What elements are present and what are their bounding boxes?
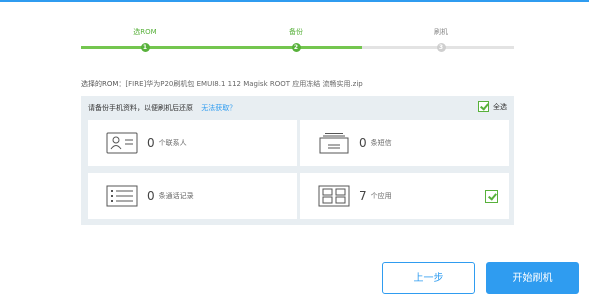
select-all-label: 全选: [493, 102, 507, 111]
top-accent-line: [0, 0, 589, 2]
step-number-badge: 2: [291, 43, 301, 52]
backup-item-label: 个应用: [370, 192, 392, 200]
backup-item-label: 条短信: [370, 139, 392, 147]
selected-rom-value: [FIRE]华为P20刷机包 EMUI8.1 112 Magisk ROOT 应…: [125, 80, 363, 88]
backup-panel-title: 请备份手机资料，以便刷机后还原: [88, 104, 193, 112]
apps-checkbox[interactable]: [485, 190, 498, 203]
backup-panel-header: 请备份手机资料，以便刷机后还原 无法获取？: [88, 103, 236, 113]
contact-card-icon: [106, 132, 138, 154]
select-all-checkbox[interactable]: [478, 101, 489, 112]
step-select-rom: 选ROM 1: [115, 28, 175, 52]
backup-item-call-log[interactable]: 0 条通话记录: [88, 173, 297, 219]
step-backup: 备份 2: [266, 28, 326, 52]
backup-item-label: 条通话记录: [158, 192, 194, 200]
step-label: 备份: [289, 28, 303, 36]
message-stack-icon: [319, 133, 349, 154]
cannot-fetch-link[interactable]: 无法获取？: [201, 104, 236, 112]
backup-item-contacts[interactable]: 0 个联系人: [88, 120, 297, 166]
step-number-badge: 1: [140, 43, 150, 52]
step-label: 选ROM: [133, 28, 157, 36]
step-number-badge: 3: [436, 43, 446, 52]
backup-item-label: 个联系人: [158, 139, 187, 147]
selected-rom-line: 选择的ROM：[FIRE]华为P20刷机包 EMUI8.1 112 Magisk…: [81, 79, 363, 89]
backup-item-count: 0: [359, 136, 367, 150]
backup-item-apps[interactable]: 7 个应用: [300, 173, 509, 219]
apps-grid-icon: [318, 185, 350, 207]
previous-step-button[interactable]: 上一步: [382, 262, 475, 294]
select-all-toggle[interactable]: 全选: [478, 101, 507, 112]
selected-rom-label: 选择的ROM：: [81, 80, 126, 88]
start-flash-button[interactable]: 开始刷机: [486, 262, 579, 294]
backup-panel: 请备份手机资料，以便刷机后还原 无法获取？ 全选 0 个联系人 0 条短信 0 …: [81, 96, 514, 225]
backup-item-count: 7: [359, 189, 367, 203]
step-flash: 刷机 3: [411, 28, 471, 52]
call-list-icon: [106, 185, 138, 207]
backup-item-count: 0: [147, 189, 155, 203]
backup-item-messages[interactable]: 0 条短信: [300, 120, 509, 166]
progress-stepper: 选ROM 1 备份 2 刷机 3: [81, 28, 514, 58]
step-label: 刷机: [434, 28, 448, 36]
backup-item-count: 0: [147, 136, 155, 150]
